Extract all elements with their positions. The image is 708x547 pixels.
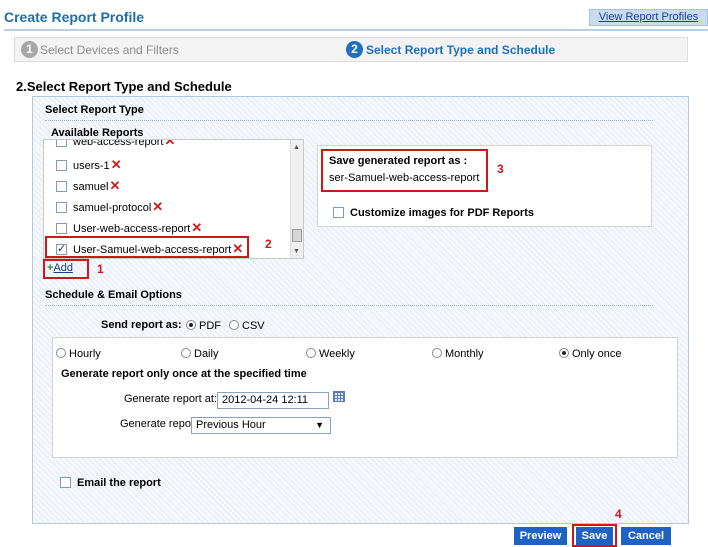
divider bbox=[45, 305, 653, 306]
monthly-label: Monthly bbox=[445, 348, 484, 360]
report-name: User-web-access-report bbox=[73, 223, 191, 235]
section-heading: 2.Select Report Type and Schedule bbox=[16, 79, 232, 94]
hourly-label: Hourly bbox=[69, 348, 101, 360]
available-reports-heading: Available Reports bbox=[51, 127, 144, 139]
weekly-radio[interactable] bbox=[306, 348, 316, 358]
hourly-radio[interactable] bbox=[56, 348, 66, 358]
generate-at-label: Generate report at: bbox=[124, 393, 217, 405]
report-name: samuel-protocol bbox=[73, 202, 152, 214]
divider bbox=[45, 120, 653, 121]
scroll-down-icon[interactable]: ▼ bbox=[293, 248, 300, 255]
annotation-4: 4 bbox=[615, 507, 622, 521]
preview-button[interactable]: Preview bbox=[514, 527, 567, 545]
wizard-steps: 1 Select Devices and Filters 2 Select Re… bbox=[14, 37, 688, 62]
weekly-label: Weekly bbox=[319, 348, 355, 360]
title-divider bbox=[4, 29, 708, 31]
step1-number-icon: 1 bbox=[21, 41, 38, 58]
scroll-up-icon[interactable]: ▲ bbox=[293, 144, 300, 151]
send-as-label: Send report as: bbox=[101, 319, 182, 331]
step2-number-icon: 2 bbox=[346, 41, 363, 58]
save-button[interactable]: Save bbox=[576, 527, 613, 545]
save-as-label: Save generated report as : bbox=[329, 155, 468, 167]
save-as-input[interactable]: ser-Samuel-web-access-report bbox=[329, 172, 484, 184]
report-name: samuel bbox=[73, 181, 109, 193]
calendar-icon[interactable] bbox=[333, 391, 345, 402]
only-once-heading: Generate report only once at the specifi… bbox=[61, 368, 307, 380]
customize-images-label: Customize images for PDF Reports bbox=[350, 207, 534, 219]
chevron-down-icon: ▼ bbox=[315, 420, 324, 430]
format-csv-option[interactable]: CSV bbox=[229, 320, 265, 332]
scroll-thumb[interactable] bbox=[292, 229, 302, 242]
annotation-3: 3 bbox=[497, 162, 504, 176]
generate-at-input[interactable]: 2012-04-24 12:11 bbox=[217, 392, 329, 409]
add-report-link[interactable]: +Add bbox=[47, 262, 73, 274]
customize-images-checkbox[interactable] bbox=[333, 207, 344, 218]
pdf-label: PDF bbox=[199, 320, 221, 332]
select-report-type-heading: Select Report Type bbox=[45, 104, 144, 116]
annotation-2: 2 bbox=[265, 237, 272, 251]
report-name: users-1 bbox=[73, 160, 110, 172]
cancel-button[interactable]: Cancel bbox=[621, 527, 671, 545]
annotation-1: 1 bbox=[97, 262, 104, 276]
frequency-weekly[interactable]: Weekly bbox=[306, 348, 355, 360]
report-name: web-access-report bbox=[73, 139, 164, 148]
step1-label[interactable]: Select Devices and Filters bbox=[40, 43, 179, 57]
delete-icon[interactable]: ✕ bbox=[152, 199, 163, 214]
list-item[interactable]: users-1✕ bbox=[56, 157, 122, 173]
frequency-daily[interactable]: Daily bbox=[181, 348, 218, 360]
page-title: Create Report Profile bbox=[4, 9, 145, 25]
daily-radio[interactable] bbox=[181, 348, 191, 358]
csv-radio[interactable] bbox=[229, 320, 239, 330]
report-checkbox[interactable] bbox=[56, 202, 67, 213]
frequency-hourly[interactable]: Hourly bbox=[56, 348, 101, 360]
delete-icon[interactable]: ✕ bbox=[111, 157, 122, 172]
report-checkbox[interactable] bbox=[56, 223, 67, 234]
list-scrollbar[interactable]: ▲ ▼ bbox=[290, 140, 303, 258]
only-once-label: Only once bbox=[572, 348, 622, 360]
list-item[interactable]: samuel-protocol✕ bbox=[56, 199, 163, 215]
list-item[interactable]: User-web-access-report✕ bbox=[56, 220, 202, 236]
frequency-only-once[interactable]: Only once bbox=[559, 348, 622, 360]
delete-icon[interactable]: ✕ bbox=[164, 140, 175, 148]
email-report-option[interactable]: Email the report bbox=[60, 477, 161, 489]
delete-icon[interactable]: ✕ bbox=[109, 178, 120, 193]
add-label: Add bbox=[53, 262, 74, 274]
csv-label: CSV bbox=[242, 320, 265, 332]
highlight-selected-report bbox=[45, 236, 249, 258]
generate-for-value: Previous Hour bbox=[196, 419, 266, 431]
monthly-radio[interactable] bbox=[432, 348, 442, 358]
list-item[interactable]: web-access-report✕ bbox=[56, 139, 175, 149]
email-report-label: Email the report bbox=[77, 477, 161, 489]
list-item[interactable]: samuel✕ bbox=[56, 178, 120, 194]
customize-images-option[interactable]: Customize images for PDF Reports bbox=[333, 207, 534, 219]
daily-label: Daily bbox=[194, 348, 219, 360]
report-checkbox[interactable] bbox=[56, 140, 67, 147]
pdf-radio[interactable] bbox=[186, 320, 196, 330]
step2-label: Select Report Type and Schedule bbox=[366, 43, 556, 57]
report-checkbox[interactable] bbox=[56, 160, 67, 171]
only-once-radio[interactable] bbox=[559, 348, 569, 358]
report-checkbox[interactable] bbox=[56, 181, 67, 192]
generate-for-select[interactable]: Previous Hour ▼ bbox=[191, 417, 331, 434]
view-report-profiles-link[interactable]: View Report Profiles bbox=[589, 9, 708, 26]
email-report-checkbox[interactable] bbox=[60, 477, 71, 488]
format-pdf-option[interactable]: PDF bbox=[186, 320, 221, 332]
delete-icon[interactable]: ✕ bbox=[191, 220, 202, 235]
schedule-heading: Schedule & Email Options bbox=[45, 289, 182, 301]
frequency-monthly[interactable]: Monthly bbox=[432, 348, 484, 360]
